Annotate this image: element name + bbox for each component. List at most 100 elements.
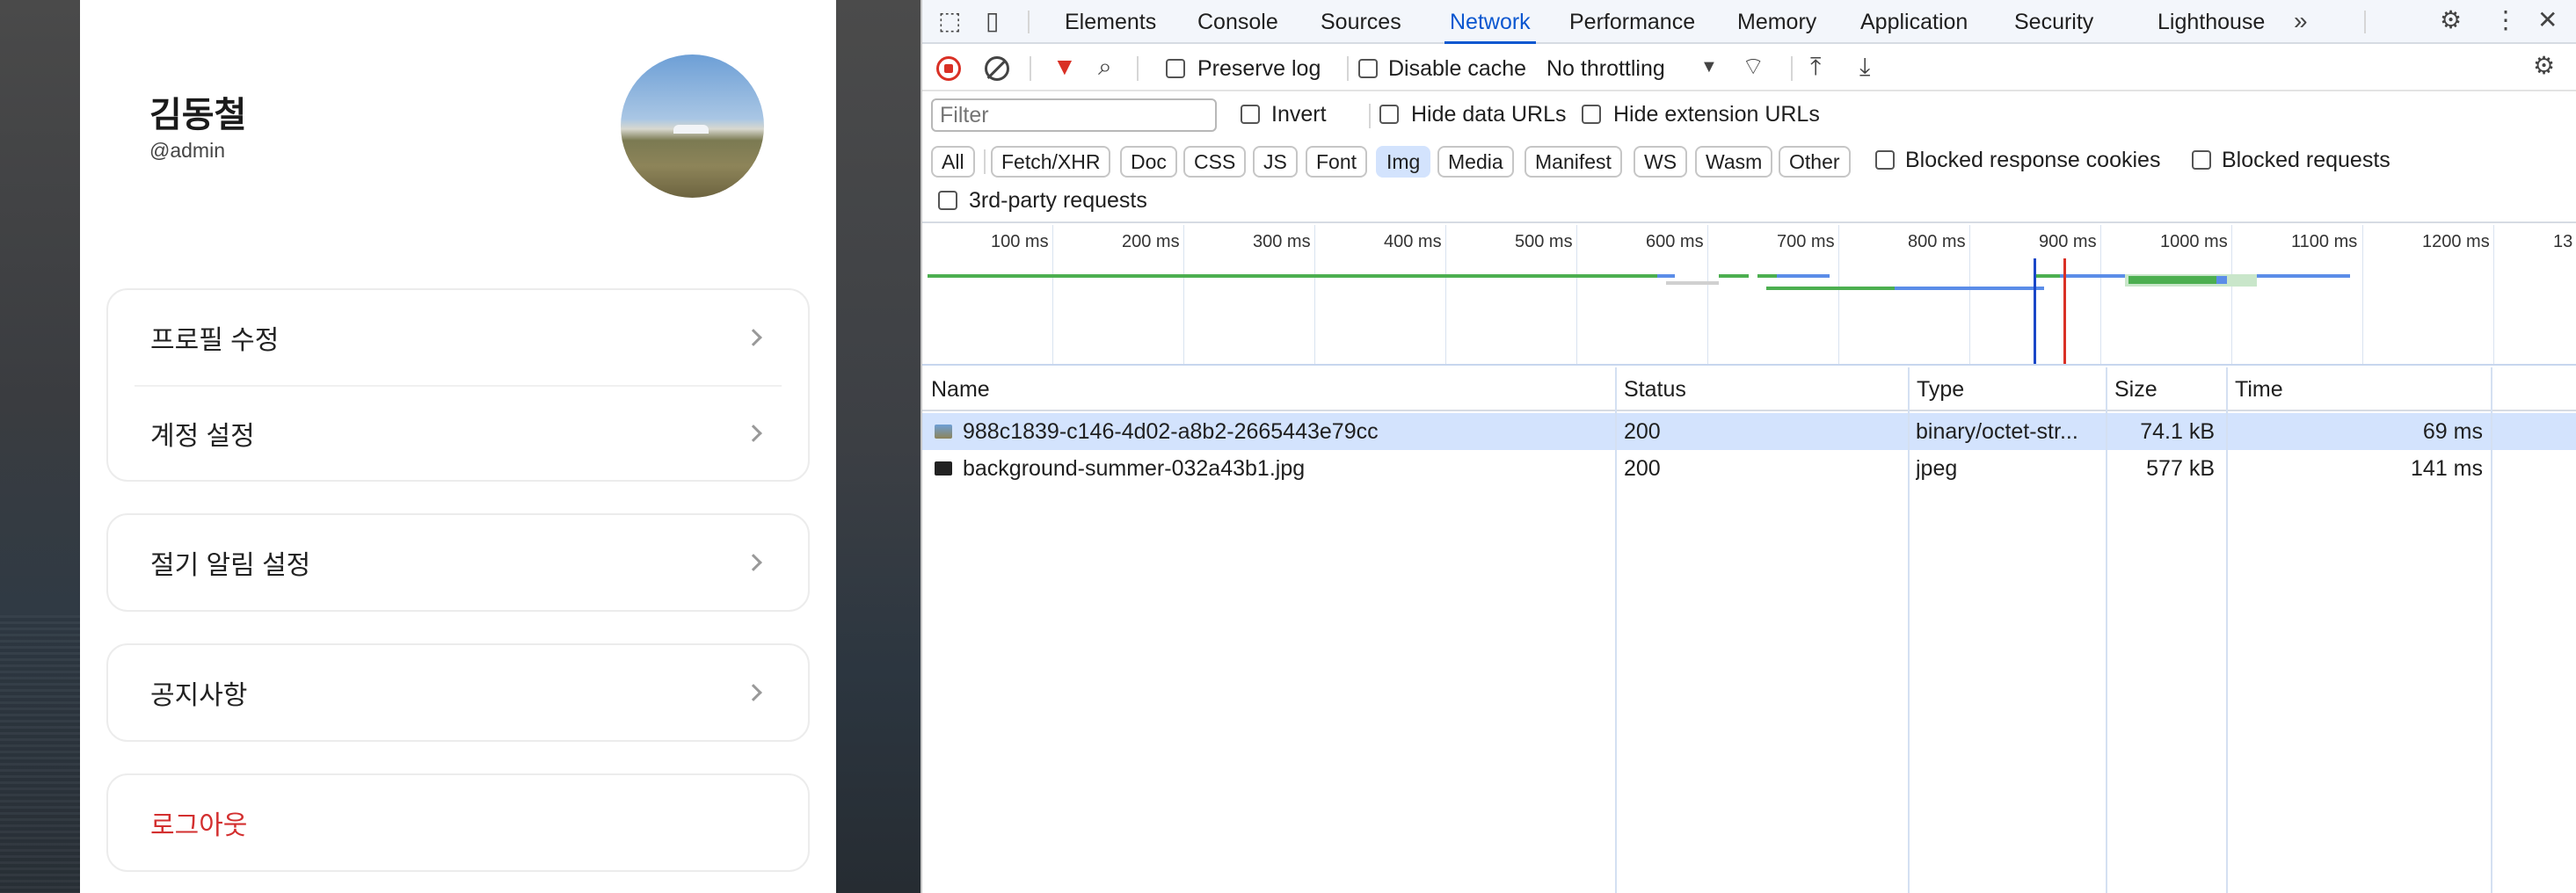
menu-card-notifications: 절기 알림 설정: [106, 513, 810, 612]
type-filter-fetch-xhr[interactable]: Fetch/XHR: [991, 146, 1111, 178]
menu-item-account-settings[interactable]: 계정 설정: [135, 385, 782, 480]
tab-network[interactable]: Network: [1444, 0, 1536, 44]
filter-funnel-icon[interactable]: ▼: [1052, 54, 1077, 79]
menu-item-notices[interactable]: 공지사항: [108, 645, 808, 740]
tab-performance[interactable]: Performance: [1569, 0, 1695, 44]
network-overview-timeline[interactable]: 100 ms 200 ms 300 ms 400 ms 500 ms 600 m…: [922, 225, 2576, 366]
request-size: 74.1 kB: [2140, 419, 2215, 444]
search-icon[interactable]: ⌕: [1098, 54, 1112, 79]
waterfall-bar: [1719, 274, 1749, 278]
column-divider[interactable]: [2491, 367, 2492, 893]
tab-elements[interactable]: Elements: [1065, 0, 1156, 44]
type-filter-wasm[interactable]: Wasm: [1695, 146, 1773, 178]
import-har-icon[interactable]: ⤒: [1810, 54, 1821, 79]
table-row[interactable]: 988c1839-c146-4d02-a8b2-2665443e79cc 200…: [922, 413, 2576, 450]
grid-line: [1576, 225, 1577, 364]
more-tabs-icon[interactable]: »: [2294, 9, 2308, 33]
close-icon[interactable]: ✕: [2537, 8, 2558, 33]
tab-console[interactable]: Console: [1197, 0, 1278, 44]
avatar[interactable]: [621, 54, 764, 198]
more-options-icon[interactable]: ⋮: [2493, 8, 2518, 33]
table-header: [922, 367, 2576, 411]
type-filter-js[interactable]: JS: [1253, 146, 1298, 178]
blocked-response-cookies-checkbox[interactable]: [1875, 150, 1895, 170]
filter-input[interactable]: [931, 98, 1217, 132]
column-header-name[interactable]: Name: [922, 367, 990, 411]
type-filter-manifest[interactable]: Manifest: [1524, 146, 1622, 178]
column-header-status[interactable]: Status: [1615, 367, 1686, 411]
record-stop-icon[interactable]: [936, 56, 961, 81]
timeline-tick-label: 1100 ms: [2291, 232, 2358, 251]
grid-line: [1707, 225, 1708, 364]
timeline-tick-label: 800 ms: [1908, 232, 1966, 251]
hide-data-urls-checkbox[interactable]: [1379, 105, 1399, 124]
type-filter-all[interactable]: All: [931, 146, 975, 178]
divider: [1347, 56, 1349, 81]
column-header-time[interactable]: Time: [2226, 367, 2283, 411]
throttling-select[interactable]: No throttling: [1546, 56, 1665, 82]
preserve-log-checkbox[interactable]: [1166, 59, 1185, 78]
type-filter-media[interactable]: Media: [1437, 146, 1514, 178]
tab-security[interactable]: Security: [2014, 0, 2093, 44]
timeline-tick-label: 13: [2553, 232, 2573, 251]
request-type: binary/octet-str...: [1916, 419, 2078, 444]
type-filter-css[interactable]: CSS: [1183, 146, 1247, 178]
logout-button[interactable]: 로그아웃: [108, 775, 808, 870]
third-party-checkbox[interactable]: [938, 191, 957, 210]
request-time: 69 ms: [2422, 419, 2483, 444]
request-status: 200: [1624, 456, 1661, 481]
settings-gear-icon[interactable]: ⚙: [2440, 8, 2462, 33]
type-filter-other[interactable]: Other: [1779, 146, 1851, 178]
dropdown-arrow-icon[interactable]: ▼: [1700, 58, 1718, 76]
disable-cache-label: Disable cache: [1388, 56, 1527, 81]
preserve-log-label: Preserve log: [1197, 56, 1321, 81]
column-divider[interactable]: [1908, 367, 1910, 893]
divider: [1791, 56, 1793, 81]
tab-application[interactable]: Application: [1860, 0, 1968, 44]
timeline-tick-label: 1200 ms: [2422, 232, 2490, 251]
hide-extension-urls-checkbox[interactable]: [1582, 105, 1601, 124]
hide-data-urls-label: Hide data URLs: [1411, 102, 1567, 127]
menu-item-edit-profile[interactable]: 프로필 수정: [108, 290, 808, 385]
waterfall-bar: [2034, 274, 2060, 278]
device-toolbar-icon[interactable]: ▯: [986, 9, 999, 33]
tab-sources[interactable]: Sources: [1321, 0, 1401, 44]
blocked-requests-checkbox[interactable]: [2192, 150, 2211, 170]
menu-item-label: 절기 알림 설정: [150, 551, 311, 580]
dom-content-loaded-marker: [2034, 258, 2036, 364]
third-party-bar: 3rd-party requests: [922, 181, 2576, 223]
tab-memory[interactable]: Memory: [1737, 0, 1816, 44]
divider: [1028, 11, 1030, 33]
divider: [984, 149, 986, 174]
timeline-tick-label: 600 ms: [1646, 232, 1704, 251]
column-header-type[interactable]: Type: [1908, 367, 1964, 411]
third-party-label: 3rd-party requests: [969, 188, 1147, 213]
invert-checkbox[interactable]: [1241, 105, 1260, 124]
waterfall-bar: [2257, 274, 2350, 278]
export-har-icon[interactable]: ⤓: [1859, 54, 1870, 79]
chevron-right-icon: [745, 329, 762, 346]
menu-item-season-alerts[interactable]: 절기 알림 설정: [108, 515, 808, 610]
disable-cache-checkbox[interactable]: [1358, 59, 1378, 78]
type-filter-ws[interactable]: WS: [1634, 146, 1688, 178]
clear-icon[interactable]: [985, 56, 1009, 81]
type-filter-img[interactable]: Img: [1376, 146, 1431, 178]
column-divider[interactable]: [2226, 367, 2228, 893]
network-settings-gear-icon[interactable]: ⚙: [2533, 54, 2555, 78]
grid-line: [1314, 225, 1315, 364]
column-divider[interactable]: [2106, 367, 2107, 893]
timeline-tick-label: 900 ms: [2039, 232, 2097, 251]
column-divider[interactable]: [1615, 367, 1617, 893]
tab-lighthouse[interactable]: Lighthouse: [2158, 0, 2265, 44]
network-conditions-icon[interactable]: ⌔: [1742, 54, 1765, 79]
menu-card-notices: 공지사항: [106, 643, 810, 742]
inspect-element-icon[interactable]: ⬚: [938, 9, 961, 33]
grid-line: [1445, 225, 1446, 364]
timeline-tick-label: 500 ms: [1515, 232, 1573, 251]
table-row[interactable]: background-summer-032a43b1.jpg 200 jpeg …: [922, 450, 2576, 487]
request-type: jpeg: [1916, 456, 1958, 481]
column-header-size[interactable]: Size: [2106, 367, 2158, 411]
backdrop-strip: [836, 0, 921, 893]
type-filter-doc[interactable]: Doc: [1120, 146, 1177, 178]
type-filter-font[interactable]: Font: [1306, 146, 1368, 178]
